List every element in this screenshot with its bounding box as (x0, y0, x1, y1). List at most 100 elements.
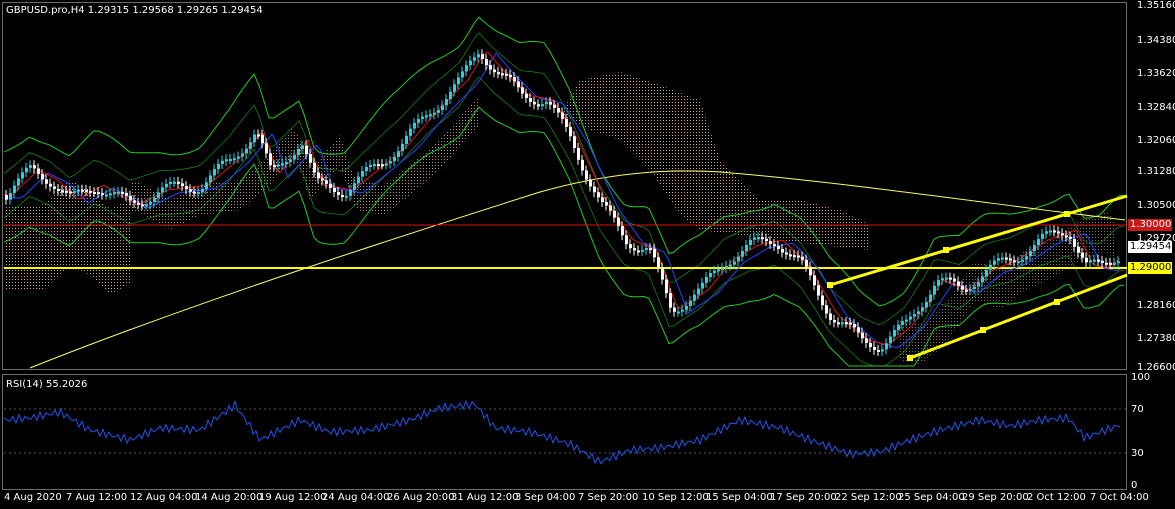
time-axis-label: 14 Aug 20:00 (195, 492, 263, 503)
trendline-anchor-point (907, 355, 913, 361)
bull-candle (937, 280, 940, 286)
bull-candle (725, 265, 728, 269)
bear-candle (509, 74, 512, 78)
bear-candle (853, 324, 856, 328)
bear-candle (1053, 230, 1056, 233)
bull-candle (545, 101, 548, 105)
bear-candle (317, 172, 320, 179)
bull-candle (229, 159, 232, 162)
bear-candle (625, 235, 628, 245)
bull-candle (349, 189, 352, 196)
bull-candle (401, 144, 404, 152)
bear-candle (273, 165, 276, 168)
bull-candle (705, 277, 708, 283)
trendline-anchor-point (980, 327, 986, 333)
bear-candle (773, 243, 776, 246)
bear-candle (581, 159, 584, 171)
bear-candle (865, 338, 868, 343)
bear-candle (653, 248, 656, 258)
bull-candle (117, 191, 120, 194)
bull-candle (901, 321, 904, 325)
bear-candle (965, 289, 968, 292)
bull-candle (241, 153, 244, 157)
ichimoku-cloud (900, 211, 1116, 365)
bear-candle (313, 162, 316, 173)
bear-candle (1061, 233, 1064, 236)
bull-candle (1033, 245, 1036, 252)
bull-candle (733, 261, 736, 265)
bull-candle (29, 165, 32, 168)
bear-candle (589, 179, 592, 187)
bull-candle (1025, 256, 1028, 260)
bull-candle (433, 112, 436, 115)
bull-candle (277, 164, 280, 167)
bull-candle (145, 204, 148, 207)
bull-candle (373, 164, 376, 167)
bear-candle (513, 77, 516, 82)
time-axis-label: 10 Sep 12:00 (642, 492, 709, 503)
bear-candle (481, 54, 484, 59)
bear-candle (781, 248, 784, 253)
bear-candle (121, 191, 124, 194)
bear-candle (613, 210, 616, 218)
bull-candle (449, 91, 452, 100)
bull-candle (1049, 230, 1052, 233)
bull-candle (17, 178, 20, 186)
bull-candle (729, 264, 732, 267)
bear-candle (877, 349, 880, 352)
bear-candle (501, 73, 504, 76)
time-axis-label: 7 Oct 04:00 (1090, 492, 1149, 503)
bear-candle (305, 145, 308, 155)
bear-candle (1085, 257, 1088, 263)
bull-candle (25, 167, 28, 173)
bull-candle (409, 128, 412, 136)
bull-candle (997, 258, 1000, 261)
price-tick-label: 1.34380 (1137, 35, 1175, 46)
trading-terminal: GBPUSD.pro,H4 1.29315 1.29568 1.29265 1.… (0, 0, 1175, 509)
trendline-anchor-point (1064, 211, 1070, 217)
bull-candle (477, 54, 480, 58)
trendline-anchor-point (827, 282, 833, 288)
bull-candle (105, 194, 108, 197)
bear-candle (97, 192, 100, 195)
bear-candle (569, 126, 572, 137)
resistance-price-marker: 1.30000 (1128, 219, 1172, 231)
bull-candle (745, 245, 748, 251)
bull-candle (293, 155, 296, 160)
bull-candle (157, 192, 160, 198)
bear-candle (761, 237, 764, 240)
support-price-marker: 1.29000 (1128, 262, 1172, 274)
bear-candle (57, 188, 60, 191)
bear-candle (381, 164, 384, 167)
bear-candle (593, 186, 596, 193)
bull-candle (1117, 261, 1120, 264)
ohlc-values: 1.29315 1.29568 1.29265 1.29454 (87, 5, 263, 16)
bull-candle (641, 249, 644, 252)
bear-candle (69, 191, 72, 194)
chart-drawing (3, 16, 1128, 465)
bull-candle (693, 294, 696, 301)
bull-candle (1089, 260, 1092, 263)
bull-candle (1001, 257, 1004, 260)
bear-candle (557, 107, 560, 113)
bear-candle (321, 178, 324, 181)
bull-candle (421, 116, 424, 119)
bull-candle (153, 197, 156, 202)
bear-candle (957, 281, 960, 286)
bear-candle (829, 313, 832, 321)
bear-candle (549, 101, 552, 105)
bull-candle (685, 306, 688, 310)
bear-candle (789, 254, 792, 257)
bear-candle (45, 179, 48, 184)
bull-candle (253, 134, 256, 143)
bear-candle (553, 104, 556, 108)
bull-candle (417, 118, 420, 123)
bear-candle (49, 183, 52, 187)
bear-candle (141, 204, 144, 207)
time-axis-label: 2 Oct 12:00 (1027, 492, 1086, 503)
trendline-anchor-point (943, 247, 949, 253)
bear-candle (949, 277, 952, 280)
bear-candle (1057, 231, 1060, 234)
bull-candle (925, 301, 928, 308)
price-tick-label: 1.28160 (1137, 300, 1175, 311)
